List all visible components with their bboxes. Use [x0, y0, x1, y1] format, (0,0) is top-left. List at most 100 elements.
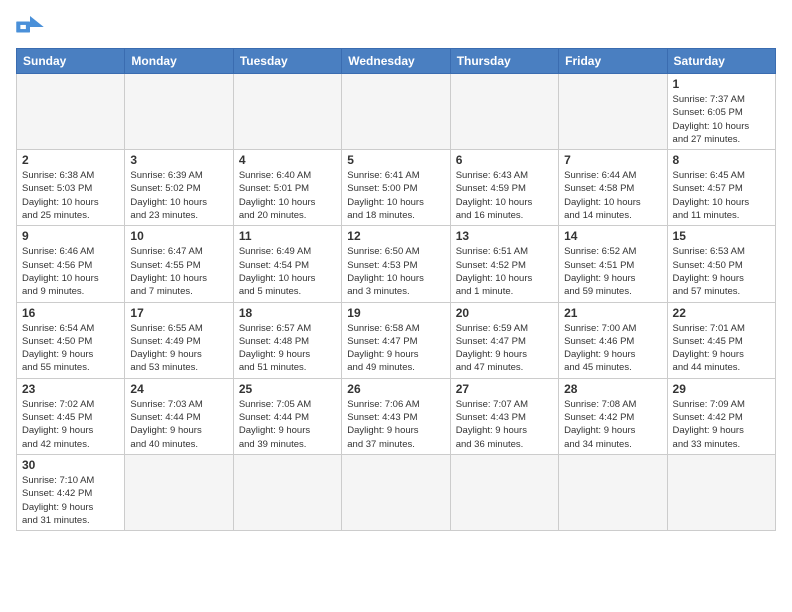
calendar-table: SundayMondayTuesdayWednesdayThursdayFrid…: [16, 48, 776, 531]
day-number: 10: [130, 229, 227, 243]
calendar-week-row: 2 Sunrise: 6:38 AM Sunset: 5:03 PM Daylig…: [17, 150, 776, 226]
calendar-day-header: Thursday: [450, 49, 558, 74]
table-row: 27Sunrise: 7:07 AM Sunset: 4:43 PM Dayli…: [450, 378, 558, 454]
table-row: 5 Sunrise: 6:41 AM Sunset: 5:00 PM Daylig…: [342, 150, 450, 226]
day-info: Sunrise: 6:44 AM Sunset: 4:58 PM Dayligh…: [564, 169, 661, 222]
table-row: 3 Sunrise: 6:39 AM Sunset: 5:02 PM Daylig…: [125, 150, 233, 226]
day-info: Sunrise: 7:03 AM Sunset: 4:44 PM Dayligh…: [130, 398, 227, 451]
day-info: Sunrise: 6:53 AM Sunset: 4:50 PM Dayligh…: [673, 245, 770, 298]
table-row: 14 Sunrise: 6:52 AM Sunset: 4:51 PM Dayli…: [559, 226, 667, 302]
table-row: [233, 74, 341, 150]
day-info: Sunrise: 6:41 AM Sunset: 5:00 PM Dayligh…: [347, 169, 444, 222]
day-info: Sunrise: 6:57 AM Sunset: 4:48 PM Dayligh…: [239, 322, 336, 375]
day-number: 19: [347, 306, 444, 320]
calendar-day-header: Sunday: [17, 49, 125, 74]
day-number: 6: [456, 153, 553, 167]
table-row: 23 Sunrise: 7:02 AM Sunset: 4:45 PM Dayli…: [17, 378, 125, 454]
day-info: Sunrise: 7:06 AM Sunset: 4:43 PM Dayligh…: [347, 398, 444, 451]
table-row: [125, 74, 233, 150]
day-number: 25: [239, 382, 336, 396]
day-number: 23: [22, 382, 119, 396]
day-number: 18: [239, 306, 336, 320]
table-row: [559, 454, 667, 530]
day-number: 30: [22, 458, 119, 472]
day-info: Sunrise: 7:00 AM Sunset: 4:46 PM Dayligh…: [564, 322, 661, 375]
table-row: [233, 454, 341, 530]
day-info: Sunrise: 7:08 AM Sunset: 4:42 PM Dayligh…: [564, 398, 661, 451]
day-number: 15: [673, 229, 770, 243]
day-number: 8: [673, 153, 770, 167]
table-row: 29 Sunrise: 7:09 AM Sunset: 4:42 PM Dayli…: [667, 378, 775, 454]
calendar-day-header: Wednesday: [342, 49, 450, 74]
day-info: Sunrise: 6:40 AM Sunset: 5:01 PM Dayligh…: [239, 169, 336, 222]
day-info: Sunrise: 7:05 AM Sunset: 4:44 PM Dayligh…: [239, 398, 336, 451]
table-row: 9 Sunrise: 6:46 AM Sunset: 4:56 PM Daylig…: [17, 226, 125, 302]
day-info: Sunrise: 7:01 AM Sunset: 4:45 PM Dayligh…: [673, 322, 770, 375]
table-row: 20 Sunrise: 6:59 AM Sunset: 4:47 PM Dayli…: [450, 302, 558, 378]
table-row: [125, 454, 233, 530]
day-number: 20: [456, 306, 553, 320]
table-row: 6 Sunrise: 6:43 AM Sunset: 4:59 PM Daylig…: [450, 150, 558, 226]
day-number: 2: [22, 153, 119, 167]
day-info: Sunrise: 7:10 AM Sunset: 4:42 PM Dayligh…: [22, 474, 119, 527]
day-info: Sunrise: 6:58 AM Sunset: 4:47 PM Dayligh…: [347, 322, 444, 375]
day-info: Sunrise: 6:59 AM Sunset: 4:47 PM Dayligh…: [456, 322, 553, 375]
calendar-day-header: Monday: [125, 49, 233, 74]
calendar-day-header: Tuesday: [233, 49, 341, 74]
table-row: 25 Sunrise: 7:05 AM Sunset: 4:44 PM Dayli…: [233, 378, 341, 454]
table-row: [342, 74, 450, 150]
day-number: 11: [239, 229, 336, 243]
day-info: Sunrise: 6:55 AM Sunset: 4:49 PM Dayligh…: [130, 322, 227, 375]
day-number: 13: [456, 229, 553, 243]
day-number: 26: [347, 382, 444, 396]
day-info: Sunrise: 6:46 AM Sunset: 4:56 PM Dayligh…: [22, 245, 119, 298]
day-number: 4: [239, 153, 336, 167]
day-number: 21: [564, 306, 661, 320]
table-row: 10 Sunrise: 6:47 AM Sunset: 4:55 PM Dayli…: [125, 226, 233, 302]
day-info: Sunrise: 6:43 AM Sunset: 4:59 PM Dayligh…: [456, 169, 553, 222]
table-row: 19 Sunrise: 6:58 AM Sunset: 4:47 PM Dayli…: [342, 302, 450, 378]
page: SundayMondayTuesdayWednesdayThursdayFrid…: [0, 0, 792, 612]
day-number: 5: [347, 153, 444, 167]
table-row: [450, 74, 558, 150]
table-row: 24 Sunrise: 7:03 AM Sunset: 4:44 PM Dayli…: [125, 378, 233, 454]
day-info: Sunrise: 6:47 AM Sunset: 4:55 PM Dayligh…: [130, 245, 227, 298]
day-number: 24: [130, 382, 227, 396]
day-number: 1: [673, 77, 770, 91]
table-row: [342, 454, 450, 530]
table-row: 18 Sunrise: 6:57 AM Sunset: 4:48 PM Dayli…: [233, 302, 341, 378]
generalblue-logo-icon: [16, 16, 44, 38]
calendar-week-row: 9 Sunrise: 6:46 AM Sunset: 4:56 PM Daylig…: [17, 226, 776, 302]
day-info: Sunrise: 6:45 AM Sunset: 4:57 PM Dayligh…: [673, 169, 770, 222]
table-row: 30 Sunrise: 7:10 AM Sunset: 4:42 PM Dayli…: [17, 454, 125, 530]
day-info: Sunrise: 7:02 AM Sunset: 4:45 PM Dayligh…: [22, 398, 119, 451]
table-row: 4 Sunrise: 6:40 AM Sunset: 5:01 PM Daylig…: [233, 150, 341, 226]
day-number: 7: [564, 153, 661, 167]
table-row: 15 Sunrise: 6:53 AM Sunset: 4:50 PM Dayli…: [667, 226, 775, 302]
logo: [16, 16, 48, 38]
header: [16, 16, 776, 38]
day-info: Sunrise: 6:49 AM Sunset: 4:54 PM Dayligh…: [239, 245, 336, 298]
calendar-day-header: Saturday: [667, 49, 775, 74]
day-number: 22: [673, 306, 770, 320]
day-info: Sunrise: 6:38 AM Sunset: 5:03 PM Dayligh…: [22, 169, 119, 222]
day-info: Sunrise: 6:52 AM Sunset: 4:51 PM Dayligh…: [564, 245, 661, 298]
table-row: 26 Sunrise: 7:06 AM Sunset: 4:43 PM Dayli…: [342, 378, 450, 454]
table-row: 28 Sunrise: 7:08 AM Sunset: 4:42 PM Dayli…: [559, 378, 667, 454]
day-number: 29: [673, 382, 770, 396]
table-row: [559, 74, 667, 150]
calendar-week-row: 1 Sunrise: 7:37 AM Sunset: 6:05 PM Daylig…: [17, 74, 776, 150]
day-info: Sunrise: 7:09 AM Sunset: 4:42 PM Dayligh…: [673, 398, 770, 451]
day-info: Sunrise: 7:37 AM Sunset: 6:05 PM Dayligh…: [673, 93, 770, 146]
table-row: [450, 454, 558, 530]
day-number: 28: [564, 382, 661, 396]
table-row: 11 Sunrise: 6:49 AM Sunset: 4:54 PM Dayli…: [233, 226, 341, 302]
day-info: Sunrise: 6:51 AM Sunset: 4:52 PM Dayligh…: [456, 245, 553, 298]
table-row: 1 Sunrise: 7:37 AM Sunset: 6:05 PM Daylig…: [667, 74, 775, 150]
table-row: 17Sunrise: 6:55 AM Sunset: 4:49 PM Dayli…: [125, 302, 233, 378]
day-info: Sunrise: 6:54 AM Sunset: 4:50 PM Dayligh…: [22, 322, 119, 375]
day-number: 3: [130, 153, 227, 167]
day-info: Sunrise: 6:39 AM Sunset: 5:02 PM Dayligh…: [130, 169, 227, 222]
day-number: 9: [22, 229, 119, 243]
day-number: 14: [564, 229, 661, 243]
